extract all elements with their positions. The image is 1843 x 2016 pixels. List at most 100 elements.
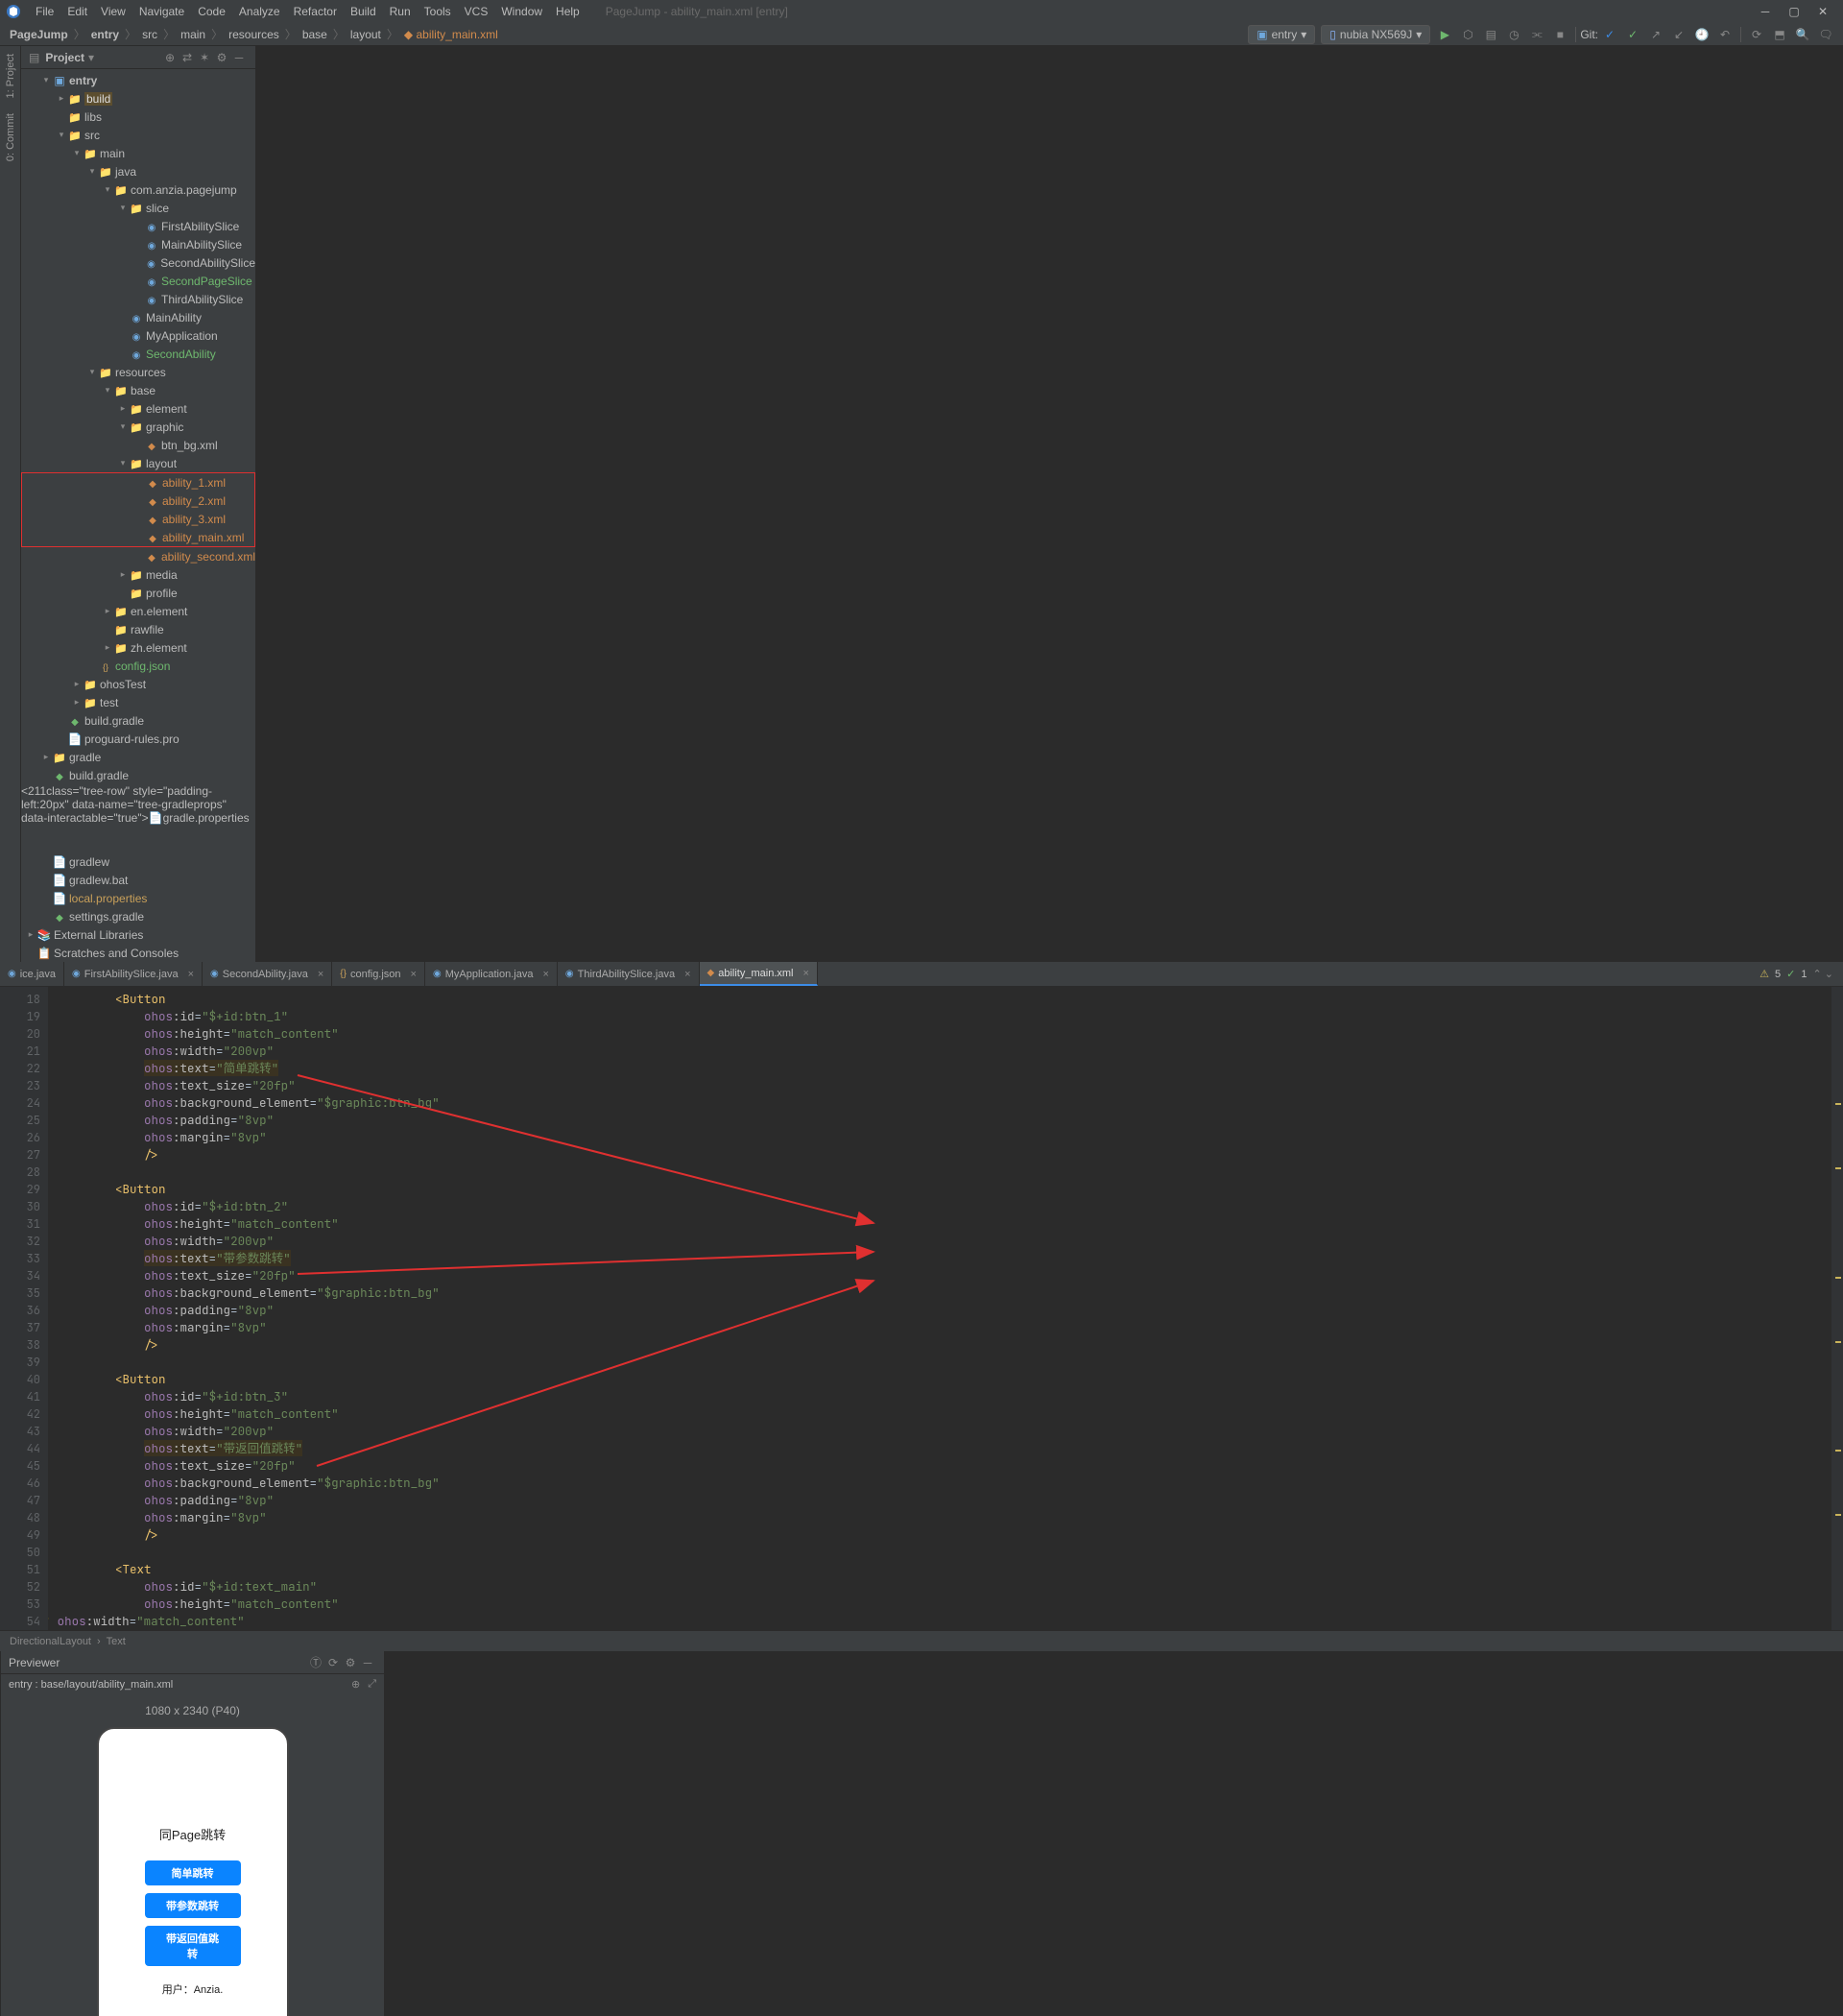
- menu-edit[interactable]: Edit: [60, 5, 94, 18]
- window-close-icon[interactable]: ✕: [1808, 5, 1837, 18]
- menu-code[interactable]: Code: [191, 5, 232, 18]
- tree-src[interactable]: ▾src: [21, 126, 255, 144]
- prev-hide-icon[interactable]: ─: [359, 1656, 376, 1669]
- ide-update-icon[interactable]: ⟳: [1746, 24, 1767, 45]
- project-dropdown-icon[interactable]: ▾: [88, 51, 94, 64]
- menu-view[interactable]: View: [94, 5, 132, 18]
- tab-myapp[interactable]: ◉MyApplication.java×: [425, 962, 558, 986]
- run-icon[interactable]: ▶: [1434, 24, 1455, 45]
- tab-abilitymain[interactable]: ◆ability_main.xml×: [700, 962, 818, 986]
- tree-ohostest[interactable]: ▸ohosTest: [21, 675, 255, 693]
- menu-help[interactable]: Help: [549, 5, 586, 18]
- crumb-src[interactable]: src: [138, 28, 161, 41]
- crumb-main[interactable]: main: [177, 28, 209, 41]
- tab-ice[interactable]: ◉ice.java: [0, 962, 64, 986]
- run-config-selector[interactable]: ▣entry ▾: [1248, 25, 1315, 44]
- menu-analyze[interactable]: Analyze: [232, 5, 287, 18]
- tree-enelement[interactable]: ▸en.element: [21, 602, 255, 620]
- tree-media[interactable]: ▸media: [21, 565, 255, 584]
- tree-scratches[interactable]: 📋Scratches and Consoles: [21, 944, 255, 962]
- editor-scrollbar[interactable]: [1831, 987, 1843, 1630]
- crumb-file[interactable]: ◆ ability_main.xml: [400, 28, 502, 41]
- rail-commit[interactable]: 0: Commit: [3, 106, 18, 169]
- tree-libs[interactable]: libs: [21, 108, 255, 126]
- crumb-entry[interactable]: entry: [87, 28, 123, 41]
- tree-proguard[interactable]: 📄proguard-rules.pro: [21, 730, 255, 748]
- code-editor[interactable]: <Button ohos:id="$+id:btn_1" ohos:height…: [48, 987, 1831, 1630]
- tree-mainslice[interactable]: MainAbilitySlice: [21, 235, 255, 253]
- menu-refactor[interactable]: Refactor: [287, 5, 344, 18]
- tree-build[interactable]: ▸build: [21, 89, 255, 108]
- collapse-icon[interactable]: ✶: [196, 51, 213, 64]
- tree-resources[interactable]: ▾resources: [21, 363, 255, 381]
- tree-gradlewbat[interactable]: 📄gradlew.bat: [21, 871, 255, 889]
- profile-icon[interactable]: ◷: [1503, 24, 1524, 45]
- git-commit-icon[interactable]: ✓: [1622, 24, 1643, 45]
- crumb-layout[interactable]: layout: [347, 28, 385, 41]
- device-selector[interactable]: ▯nubia NX569J ▾: [1321, 25, 1430, 44]
- rail-project[interactable]: 1: Project: [3, 46, 18, 106]
- editor-breadcrumb[interactable]: DirectionalLayout›Text: [0, 1630, 1843, 1651]
- tree-pkg[interactable]: ▾com.anzia.pagejump: [21, 180, 255, 199]
- tree-secondslice[interactable]: SecondAbilitySlice: [21, 253, 255, 272]
- menu-tools[interactable]: Tools: [418, 5, 458, 18]
- git-push-icon[interactable]: ↗: [1645, 24, 1666, 45]
- tree-extlibs[interactable]: ▸📚External Libraries: [21, 925, 255, 944]
- tab-config[interactable]: {}config.json×: [332, 962, 425, 986]
- menu-vcs[interactable]: VCS: [458, 5, 495, 18]
- window-minimize-icon[interactable]: ─: [1751, 5, 1780, 18]
- tree-gradlew[interactable]: 📄gradlew: [21, 852, 255, 871]
- tree-ability1[interactable]: ability_1.xml: [22, 473, 254, 492]
- tree-layout[interactable]: ▾layout: [21, 454, 255, 472]
- menu-file[interactable]: File: [29, 5, 60, 18]
- select-opened-icon[interactable]: ⊕: [161, 51, 179, 64]
- editor-inspections[interactable]: ⚠5 ✓1 ⌃ ⌄: [1750, 962, 1843, 986]
- prev-locate-icon[interactable]: ⊕: [351, 1678, 360, 1691]
- settings-icon[interactable]: ⚙: [213, 51, 230, 64]
- expand-all-icon[interactable]: ⇄: [179, 51, 196, 64]
- git-rollback-icon[interactable]: ↶: [1714, 24, 1735, 45]
- tree-secondability[interactable]: SecondAbility: [21, 345, 255, 363]
- tree-profile[interactable]: profile: [21, 584, 255, 602]
- tree-ability3[interactable]: ability_3.xml: [22, 510, 254, 528]
- tree-abilitysecond[interactable]: ability_second.xml: [21, 547, 255, 565]
- tree-btnbg[interactable]: btn_bg.xml: [21, 436, 255, 454]
- tree-test[interactable]: ▸test: [21, 693, 255, 711]
- tree-abilitymain[interactable]: ability_main.xml: [22, 528, 254, 546]
- crumb-project[interactable]: PageJump: [6, 28, 72, 41]
- tree-slice[interactable]: ▾slice: [21, 199, 255, 217]
- search-icon[interactable]: 🔍: [1792, 24, 1813, 45]
- tree-settings[interactable]: settings.gradle: [21, 907, 255, 925]
- tree-localprops[interactable]: 📄local.properties: [21, 889, 255, 907]
- tree-gradle[interactable]: ▸gradle: [21, 748, 255, 766]
- tab-third[interactable]: ◉ThirdAbilitySlice.java×: [558, 962, 700, 986]
- tree-buildgradle2[interactable]: build.gradle: [21, 766, 255, 784]
- crumb-base[interactable]: base: [299, 28, 331, 41]
- stop-icon[interactable]: ■: [1549, 24, 1570, 45]
- git-pull-icon[interactable]: ↙: [1668, 24, 1689, 45]
- tree-main[interactable]: ▾main: [21, 144, 255, 162]
- project-tree[interactable]: ▾entry ▸build libs ▾src ▾main ▾java ▾com…: [21, 69, 255, 852]
- tree-myapp[interactable]: MyApplication: [21, 326, 255, 345]
- prev-refresh-icon[interactable]: ⟳: [324, 1656, 342, 1669]
- tree-configjson[interactable]: config.json: [21, 657, 255, 675]
- tree-rawfile[interactable]: rawfile: [21, 620, 255, 638]
- prev-a-icon[interactable]: Ⓣ: [307, 1654, 324, 1670]
- tree-base[interactable]: ▾base: [21, 381, 255, 399]
- tree-zhelement[interactable]: ▸zh.element: [21, 638, 255, 657]
- window-maximize-icon[interactable]: ▢: [1780, 5, 1808, 18]
- hide-icon[interactable]: ─: [230, 51, 248, 64]
- tree-secondpage[interactable]: SecondPageSlice: [21, 272, 255, 290]
- tab-first[interactable]: ◉FirstAbilitySlice.java×: [64, 962, 203, 986]
- debug-icon[interactable]: ⬡: [1457, 24, 1478, 45]
- menu-run[interactable]: Run: [383, 5, 418, 18]
- tree-entry[interactable]: ▾entry: [21, 71, 255, 89]
- tree-buildgradle[interactable]: build.gradle: [21, 711, 255, 730]
- prev-settings-icon[interactable]: ⚙: [342, 1656, 359, 1669]
- menu-build[interactable]: Build: [344, 5, 383, 18]
- menu-window[interactable]: Window: [494, 5, 549, 18]
- tree-thirdslice[interactable]: ThirdAbilitySlice: [21, 290, 255, 308]
- tree-mainability[interactable]: MainAbility: [21, 308, 255, 326]
- tree-firstslice[interactable]: FirstAbilitySlice: [21, 217, 255, 235]
- ide-sync-icon[interactable]: ⬒: [1769, 24, 1790, 45]
